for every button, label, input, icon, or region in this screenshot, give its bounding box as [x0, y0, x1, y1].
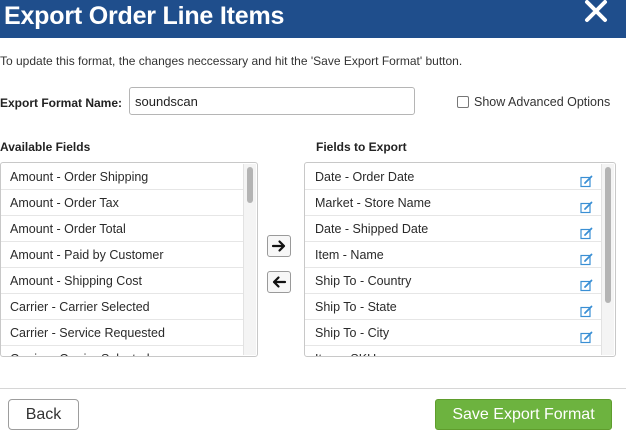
- available-fields-title: Available Fields: [0, 140, 91, 154]
- format-name-label: Export Format Name:: [0, 96, 123, 110]
- fields-to-export-scroll-thumb[interactable]: [605, 167, 611, 303]
- advanced-options-checkbox[interactable]: [457, 96, 469, 108]
- list-item-label: Amount - Order Shipping: [10, 170, 149, 184]
- save-export-format-button[interactable]: Save Export Format: [435, 399, 612, 430]
- list-item[interactable]: Carrier - Service Requested: [1, 320, 243, 346]
- list-item-label: Ship To - State: [315, 300, 397, 314]
- edit-icon[interactable]: [580, 353, 593, 356]
- close-icon[interactable]: [583, 0, 609, 26]
- arrow-right-icon: [271, 240, 286, 252]
- move-to-available-button[interactable]: [267, 271, 291, 293]
- advanced-options-toggle[interactable]: Show Advanced Options: [457, 95, 610, 109]
- list-item-label: Market - Store Name: [315, 196, 432, 210]
- list-item-label: Carrier - Service Requested: [10, 326, 165, 340]
- edit-icon[interactable]: [580, 197, 593, 214]
- list-item[interactable]: Amount - Shipping Cost: [1, 268, 243, 294]
- list-item-label: Amount - Order Total: [10, 222, 126, 236]
- arrow-left-icon: [272, 276, 287, 288]
- list-item-label: Amount - Order Tax: [10, 196, 119, 210]
- list-item-label: Item - SKU: [315, 352, 376, 356]
- list-item-label: Date - Shipped Date: [315, 222, 429, 236]
- format-name-input[interactable]: [129, 87, 415, 115]
- list-item[interactable]: Item - SKU: [305, 346, 601, 356]
- list-item[interactable]: Ship To - Country: [305, 268, 601, 294]
- list-item-label: Date - Order Date: [315, 170, 415, 184]
- list-item[interactable]: Market - Store Name: [305, 190, 601, 216]
- list-item[interactable]: Amount - Order Tax: [1, 190, 243, 216]
- fields-to-export-scrollbar[interactable]: [601, 164, 614, 355]
- intro-text: To update this format, the changes necce…: [0, 54, 463, 68]
- list-item[interactable]: Date - Order Date: [305, 164, 601, 190]
- available-fields-scrollbar[interactable]: [243, 164, 256, 355]
- available-fields-list[interactable]: Amount - Order Shipping Amount - Order Ta…: [0, 162, 258, 357]
- footer-divider: [0, 388, 626, 389]
- list-item[interactable]: Amount - Order Shipping: [1, 164, 243, 190]
- list-item-label: Ship To - City: [315, 326, 390, 340]
- advanced-options-label: Show Advanced Options: [474, 95, 611, 109]
- list-item[interactable]: Carrier - Carrier Selected: [1, 346, 243, 356]
- move-to-export-button[interactable]: [267, 235, 291, 257]
- list-item[interactable]: Amount - Paid by Customer: [1, 242, 243, 268]
- edit-icon[interactable]: [580, 223, 593, 240]
- back-button[interactable]: Back: [8, 399, 79, 430]
- list-item-label: Carrier - Carrier Selected: [10, 352, 150, 356]
- list-item-label: Amount - Shipping Cost: [10, 274, 143, 288]
- list-item-label: Carrier - Carrier Selected: [10, 300, 150, 314]
- list-item-label: Item - Name: [315, 248, 384, 262]
- list-item[interactable]: Ship To - City: [305, 320, 601, 346]
- dialog-title: Export Order Line Items: [4, 2, 285, 30]
- fields-to-export-title: Fields to Export: [316, 140, 407, 154]
- edit-icon[interactable]: [580, 275, 593, 292]
- edit-icon[interactable]: [580, 249, 593, 266]
- edit-icon[interactable]: [580, 301, 593, 318]
- list-item[interactable]: Item - Name: [305, 242, 601, 268]
- list-item-label: Ship To - Country: [315, 274, 412, 288]
- list-item-label: Amount - Paid by Customer: [10, 248, 164, 262]
- fields-to-export-rows: Date - Order Date Market - Store Name Date…: [305, 164, 601, 356]
- fields-to-export-list[interactable]: Date - Order Date Market - Store Name Date…: [304, 162, 616, 357]
- edit-icon[interactable]: [580, 327, 593, 344]
- list-item[interactable]: Date - Shipped Date: [305, 216, 601, 242]
- edit-icon[interactable]: [580, 171, 593, 188]
- list-item[interactable]: Carrier - Carrier Selected: [1, 294, 243, 320]
- dialog-header: Export Order Line Items: [0, 0, 626, 38]
- available-fields-rows: Amount - Order Shipping Amount - Order Ta…: [1, 164, 243, 356]
- list-item[interactable]: Ship To - State: [305, 294, 601, 320]
- list-item[interactable]: Amount - Order Total: [1, 216, 243, 242]
- available-fields-scroll-thumb[interactable]: [247, 167, 253, 203]
